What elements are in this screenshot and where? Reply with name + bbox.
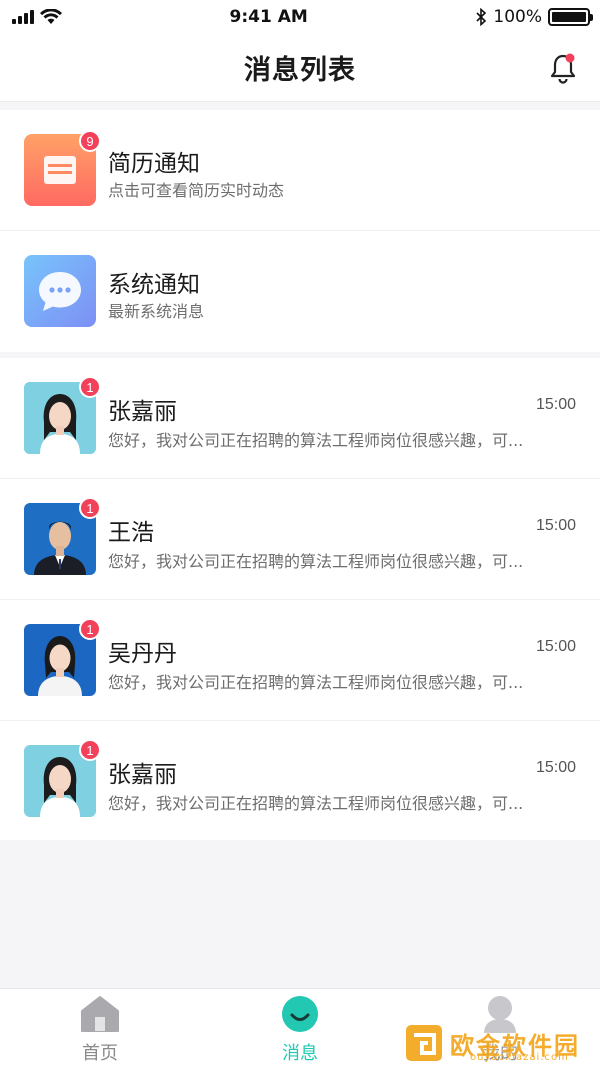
chat-list: 1 张嘉丽 15:00 您好，我对公司正在招聘的算法工程师岗位很感兴趣，可...… (0, 358, 600, 840)
watermark: 欧金软件园 ouyaoxiazai.com (404, 1022, 594, 1064)
watermark-logo-icon (406, 1025, 442, 1061)
unread-badge: 1 (79, 376, 101, 398)
notice-title: 系统通知 (108, 272, 200, 298)
watermark-url: ouyaoxiazai.com (470, 1052, 569, 1063)
message-preview: 您好，我对公司正在招聘的算法工程师岗位很感兴趣，可... (108, 673, 524, 692)
signal-icon (12, 10, 34, 24)
tab-home[interactable]: 首页 (40, 995, 160, 1065)
unread-badge: 1 (79, 618, 101, 640)
contact-name: 王浩 (108, 520, 154, 546)
status-right: 100% (475, 7, 593, 27)
chat-bubble-icon (24, 255, 96, 327)
chat-item[interactable]: 1 吴丹丹 15:00 您好，我对公司正在招聘的算法工程师岗位很感兴趣，可... (0, 600, 600, 721)
status-left (12, 9, 62, 25)
notice-subtitle: 最新系统消息 (108, 302, 205, 321)
unread-badge: 9 (79, 130, 101, 152)
message-preview: 您好，我对公司正在招聘的算法工程师岗位很感兴趣，可... (108, 431, 524, 450)
notice-list: 9 简历通知 点击可查看简历实时动态 系统通知 最新系统消息 (0, 110, 600, 352)
message-time: 15:00 (535, 759, 576, 776)
home-icon (81, 996, 119, 1032)
nav-bar: 消息列表 (0, 34, 600, 102)
contact-name: 张嘉丽 (108, 399, 177, 425)
chat-item[interactable]: 1 张嘉丽 15:00 您好，我对公司正在招聘的算法工程师岗位很感兴趣，可... (0, 358, 600, 479)
page-title: 消息列表 (244, 55, 356, 86)
message-preview: 您好，我对公司正在招聘的算法工程师岗位很感兴趣，可... (108, 552, 524, 571)
bell-icon[interactable] (548, 52, 578, 84)
tab-label: 消息 (282, 1043, 318, 1064)
tab-messages[interactable]: 消息 (240, 995, 360, 1065)
status-time: 9:41 AM (229, 7, 308, 27)
tab-label: 首页 (82, 1043, 118, 1064)
wifi-icon (40, 9, 62, 24)
battery-percent: 100% (493, 7, 542, 27)
notice-subtitle: 点击可查看简历实时动态 (108, 181, 285, 200)
contact-name: 张嘉丽 (108, 762, 177, 788)
battery-icon (547, 8, 593, 26)
unread-badge: 1 (79, 497, 101, 519)
message-time: 15:00 (535, 638, 576, 655)
message-time: 15:00 (535, 517, 576, 534)
bluetooth-icon (476, 8, 487, 26)
status-bar: 9:41 AM 100% (0, 0, 600, 34)
message-time: 15:00 (535, 396, 576, 413)
chat-item[interactable]: 1 王浩 15:00 您好，我对公司正在招聘的算法工程师岗位很感兴趣，可... (0, 479, 600, 600)
message-smile-icon (282, 996, 318, 1032)
notice-title: 简历通知 (108, 151, 200, 177)
chat-item[interactable]: 1 张嘉丽 15:00 您好，我对公司正在招聘的算法工程师岗位很感兴趣，可... (0, 721, 600, 842)
notice-item-system[interactable]: 系统通知 最新系统消息 (0, 231, 600, 352)
contact-name: 吴丹丹 (108, 641, 177, 667)
message-preview: 您好，我对公司正在招聘的算法工程师岗位很感兴趣，可... (108, 794, 524, 813)
unread-badge: 1 (79, 739, 101, 761)
notice-item-resume[interactable]: 9 简历通知 点击可查看简历实时动态 (0, 110, 600, 231)
